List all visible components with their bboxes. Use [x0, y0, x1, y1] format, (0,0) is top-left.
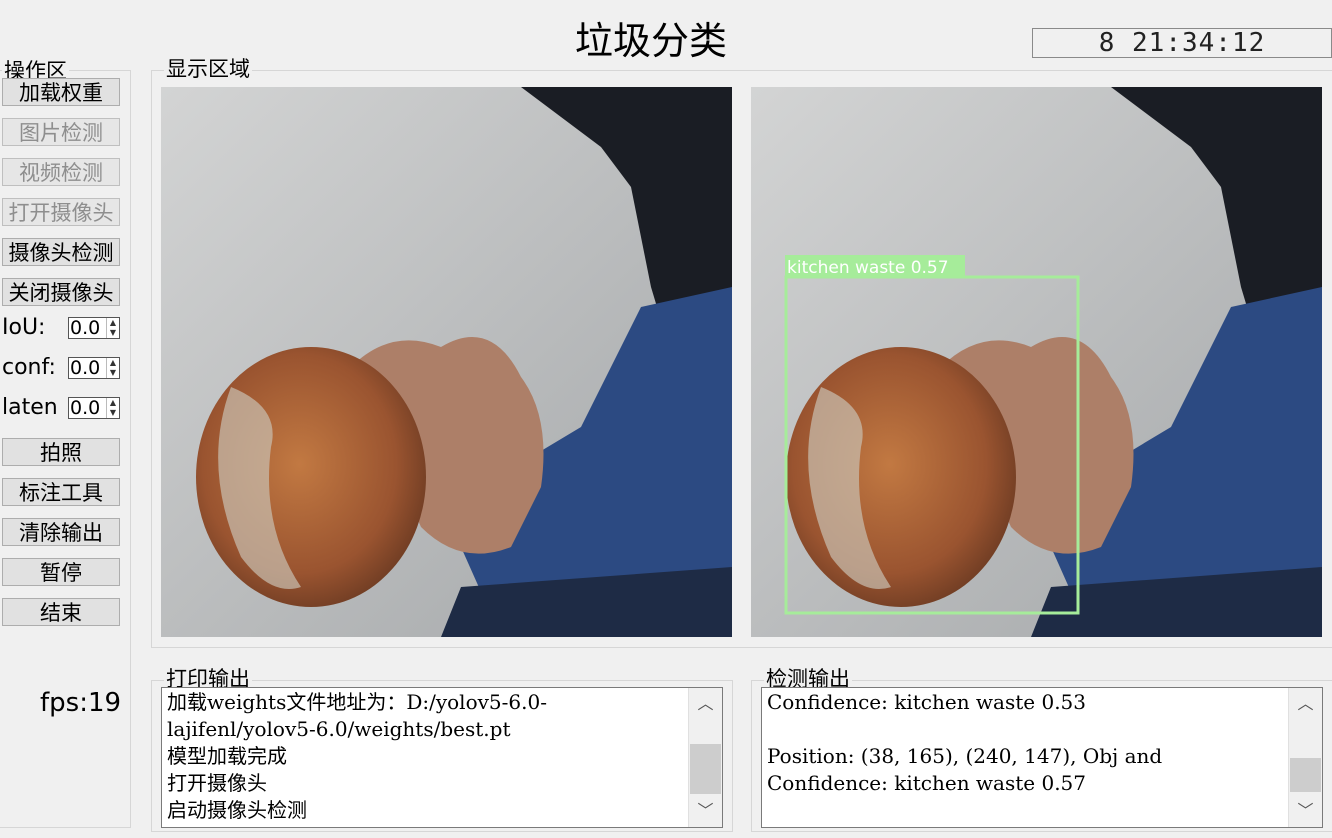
- spin-arrows-icon[interactable]: ▲ ▼: [106, 358, 119, 378]
- snapshot-button[interactable]: 拍照: [2, 438, 120, 466]
- print-line: 启动摄像头检测: [167, 798, 307, 822]
- iou-spinbox[interactable]: 0.0 ▲ ▼: [68, 317, 120, 339]
- conf-label: conf:: [2, 355, 56, 380]
- close-camera-button[interactable]: 关闭摄像头: [2, 278, 120, 306]
- print-line: 加载weights文件地址为：D:/yolov5-6.0-: [167, 690, 547, 714]
- print-output-text[interactable]: 加载weights文件地址为：D:/yolov5-6.0- lajifenl/y…: [161, 687, 723, 828]
- latency-value: 0.0: [70, 397, 101, 419]
- detect-line: Position: (38, 165), (240, 147), Obj and: [767, 744, 1163, 768]
- print-line: 打开摄像头: [167, 771, 267, 795]
- latency-label: laten: [2, 395, 58, 420]
- iou-label: IoU:: [2, 315, 46, 340]
- video-detect-button[interactable]: 视频检测: [2, 158, 120, 186]
- print-line: 模型加载完成: [167, 744, 287, 768]
- detection-label: kitchen waste 0.57: [787, 258, 949, 278]
- print-output-scrollbar[interactable]: ︿ ﹀: [688, 688, 722, 827]
- detection-video-frame: kitchen waste 0.57: [751, 87, 1322, 637]
- pause-button[interactable]: 暂停: [2, 558, 120, 586]
- camera-frame-image: [161, 87, 732, 637]
- clear-output-button[interactable]: 清除输出: [2, 518, 120, 546]
- image-detect-button[interactable]: 图片检测: [2, 118, 120, 146]
- detect-line: Confidence: kitchen waste 0.57: [767, 771, 1086, 795]
- scrollbar-thumb[interactable]: [690, 744, 721, 794]
- chevron-down-icon[interactable]: ﹀: [689, 797, 722, 825]
- conf-spinbox[interactable]: 0.0 ▲ ▼: [68, 357, 120, 379]
- open-camera-button[interactable]: 打开摄像头: [2, 198, 120, 226]
- print-line: lajifenl/yolov5-6.0/weights/best.pt: [167, 717, 511, 741]
- latency-spinbox[interactable]: 0.0 ▲ ▼: [68, 397, 120, 419]
- iou-value: 0.0: [70, 317, 101, 339]
- conf-value: 0.0: [70, 357, 101, 379]
- detect-line: Confidence: kitchen waste 0.53: [767, 690, 1086, 714]
- annotation-tool-button[interactable]: 标注工具: [2, 478, 120, 506]
- source-video-frame: [161, 87, 732, 637]
- fps-readout: fps:19: [40, 688, 122, 718]
- stop-button[interactable]: 结束: [2, 598, 120, 626]
- clock-display: 8 21:34:12: [1032, 28, 1332, 58]
- chevron-down-icon[interactable]: ﹀: [1289, 797, 1322, 825]
- spin-arrows-icon[interactable]: ▲ ▼: [106, 398, 119, 418]
- detect-line: [767, 716, 1282, 743]
- scrollbar-thumb[interactable]: [1290, 758, 1321, 792]
- chevron-up-icon[interactable]: ︿: [689, 690, 722, 718]
- display-title: 显示区域: [164, 57, 252, 81]
- load-weights-button[interactable]: 加载权重: [2, 78, 120, 106]
- spin-arrows-icon[interactable]: ▲ ▼: [106, 318, 119, 338]
- detection-frame-image: kitchen waste 0.57: [751, 87, 1322, 637]
- detect-output-scrollbar[interactable]: ︿ ﹀: [1288, 688, 1322, 827]
- detect-output-text[interactable]: Confidence: kitchen waste 0.53 Position:…: [761, 687, 1323, 828]
- chevron-up-icon[interactable]: ︿: [1289, 690, 1322, 718]
- camera-detect-button[interactable]: 摄像头检测: [2, 238, 120, 266]
